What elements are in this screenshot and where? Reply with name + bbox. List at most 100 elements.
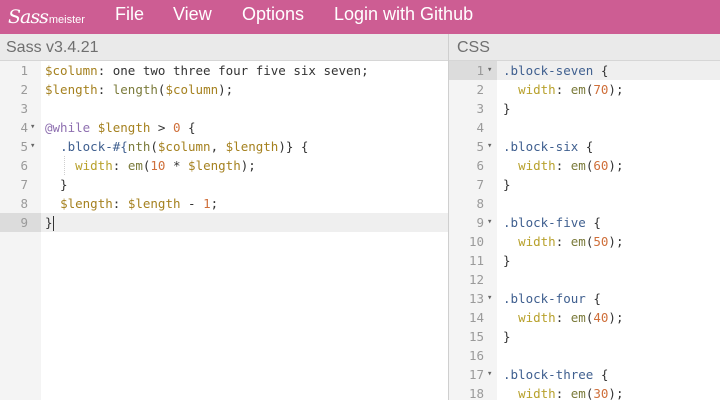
sass-editor[interactable]: 1 $column: one two three four five six se…: [0, 61, 448, 400]
menu-options[interactable]: Options: [242, 0, 304, 34]
code-line[interactable]: 8: [449, 194, 720, 213]
code-token: );: [608, 234, 624, 249]
code-line[interactable]: 9}: [0, 213, 448, 232]
code-text: .block-five {: [503, 213, 601, 232]
code-token: :: [555, 386, 571, 400]
code-text: }: [503, 175, 511, 194]
line-number: 6: [476, 158, 484, 173]
code-line[interactable]: 5 ▾ .block-#{nth($column, $length)} {: [0, 137, 448, 156]
code-line[interactable]: 6 width: em(10 * $length);: [0, 156, 448, 175]
code-line[interactable]: 6 width: em(60);: [449, 156, 720, 175]
code-token: width: [518, 234, 556, 249]
code-text: .block-seven {: [503, 61, 608, 80]
code-token: $column: [45, 63, 98, 78]
code-text: width: em(40);: [503, 308, 623, 327]
code-token: 50: [593, 234, 609, 249]
code-token: $length: [188, 158, 241, 173]
code-line[interactable]: 17 ▾ .block-three {: [449, 365, 720, 384]
line-number: 12: [468, 272, 484, 287]
code-line[interactable]: 1 ▾ .block-seven {: [449, 61, 720, 80]
line-number: 1: [476, 63, 484, 78]
code-line[interactable]: 18 width: em(30);: [449, 384, 720, 400]
line-number: 2: [20, 82, 28, 97]
line-number: 13: [468, 291, 484, 306]
code-line[interactable]: 12: [449, 270, 720, 289]
code-line[interactable]: 9 ▾ .block-five {: [449, 213, 720, 232]
code-token: .block-three: [503, 367, 594, 382]
code-token: $length: [60, 196, 113, 211]
fold-arrow-icon[interactable]: ▾: [487, 137, 492, 156]
code-text: .block-#{nth($column, $length)} {: [45, 137, 308, 156]
code-token: $length: [45, 82, 98, 97]
code-line[interactable]: 16: [449, 346, 720, 365]
code-text: }: [503, 327, 511, 346]
code-line[interactable]: 7}: [449, 175, 720, 194]
code-token: );: [608, 310, 624, 325]
code-line[interactable]: 1 $column: one two three four five six se…: [0, 61, 448, 80]
code-token: .block-seven: [503, 63, 594, 78]
code-line[interactable]: 10 width: em(50);: [449, 232, 720, 251]
menu-login-github[interactable]: Login with Github: [334, 0, 473, 34]
code-token: em: [570, 158, 586, 173]
text-cursor: [52, 216, 54, 231]
code-token: width: [518, 158, 556, 173]
line-number: 5: [476, 139, 484, 154]
code-token: 40: [593, 310, 609, 325]
code-line[interactable]: 3}: [449, 99, 720, 118]
menu-file[interactable]: File: [115, 0, 144, 34]
line-number: 7: [20, 177, 28, 192]
code-line[interactable]: 3: [0, 99, 448, 118]
code-line[interactable]: 14 width: em(40);: [449, 308, 720, 327]
fold-arrow-icon[interactable]: ▾: [487, 365, 492, 384]
code-token: width: [518, 386, 556, 400]
line-number: 16: [468, 348, 484, 363]
fold-arrow-icon[interactable]: ▾: [487, 61, 492, 80]
code-token: );: [240, 158, 256, 173]
code-token: 1: [203, 196, 211, 211]
menu-view[interactable]: View: [173, 0, 212, 34]
code-token: :: [112, 158, 128, 173]
sassmeister-logo[interactable]: Sass meister: [8, 2, 88, 32]
fold-arrow-icon[interactable]: ▾: [487, 213, 492, 232]
logo-small-text: meister: [48, 14, 85, 26]
code-line[interactable]: 4: [449, 118, 720, 137]
fold-arrow-icon[interactable]: ▾: [30, 118, 35, 137]
code-line[interactable]: 4 ▾ @while $length > 0 {: [0, 118, 448, 137]
code-token: {: [593, 367, 609, 382]
code-token: :: [97, 82, 113, 97]
line-number: 14: [468, 310, 484, 325]
code-text: $length: length($column);: [45, 80, 233, 99]
logo-script-text: Sass: [8, 5, 49, 28]
indent-guide: [64, 156, 65, 175]
code-token: :: [555, 82, 571, 97]
code-line[interactable]: 2 width: em(70);: [449, 80, 720, 99]
code-token: nth: [127, 139, 151, 154]
code-line[interactable]: 13 ▾ .block-four {: [449, 289, 720, 308]
code-text: width: em(50);: [503, 232, 623, 251]
code-token: );: [608, 386, 624, 400]
code-token: 70: [593, 82, 609, 97]
sass-pane-title: Sass v3.4.21: [0, 34, 448, 61]
code-line[interactable]: 5 ▾ .block-six {: [449, 137, 720, 156]
code-line[interactable]: 8 $length: $length - 1;: [0, 194, 448, 213]
line-number: 11: [468, 253, 484, 268]
code-line[interactable]: 15}: [449, 327, 720, 346]
code-token: .block-#{: [60, 139, 128, 154]
code-line[interactable]: 11}: [449, 251, 720, 270]
code-line[interactable]: 7 }: [0, 175, 448, 194]
code-token: {: [578, 139, 594, 154]
code-token: );: [218, 82, 234, 97]
code-line[interactable]: 2 $length: length($column);: [0, 80, 448, 99]
line-number: 3: [20, 101, 28, 116]
code-token: {: [585, 215, 601, 230]
line-number: 18: [468, 386, 484, 400]
fold-arrow-icon[interactable]: ▾: [30, 137, 35, 156]
css-output[interactable]: 1 ▾ .block-seven {2 width: em(70); 3} 4 5 ▾ .bl…: [449, 61, 720, 400]
line-number: 4: [20, 120, 28, 135]
fold-arrow-icon[interactable]: ▾: [487, 289, 492, 308]
code-token: :: [112, 196, 128, 211]
line-number: 3: [476, 101, 484, 116]
code-token: ;: [210, 196, 219, 211]
